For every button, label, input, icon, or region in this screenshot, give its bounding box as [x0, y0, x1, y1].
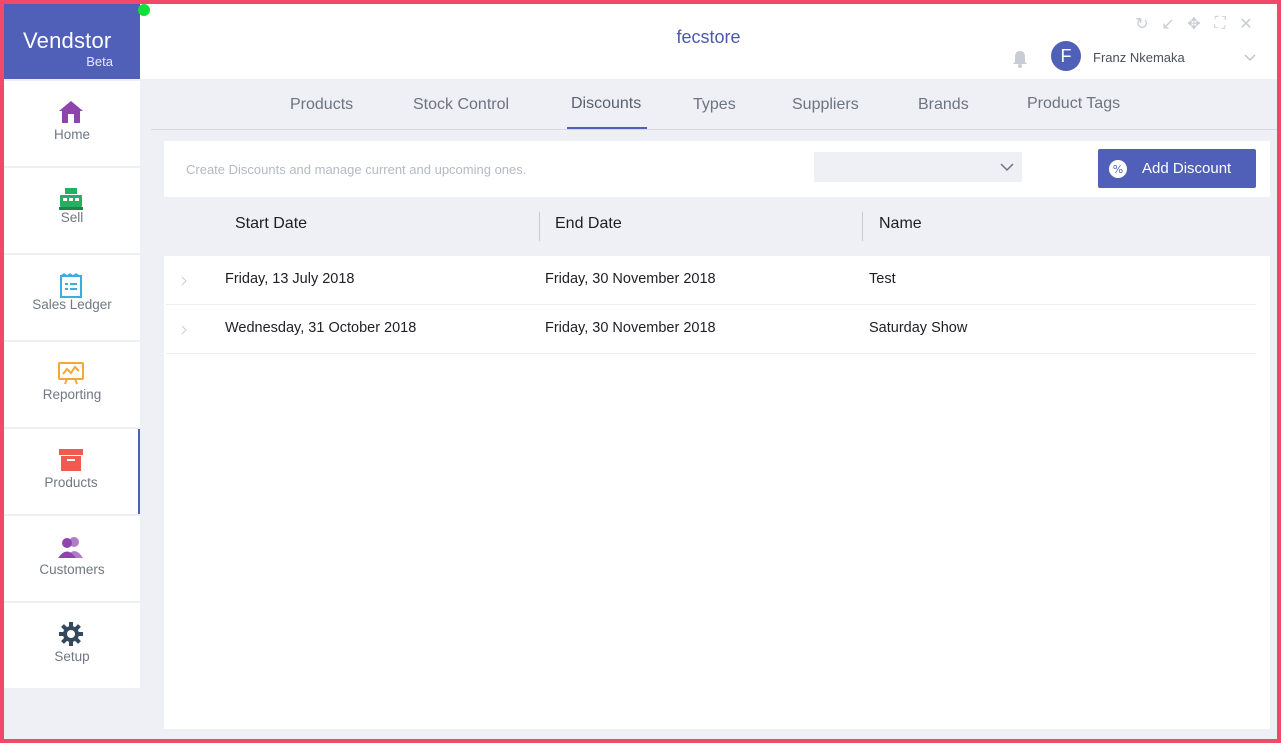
- restore-icon[interactable]: ✥: [1185, 15, 1203, 33]
- cell-start-date: Friday, 13 July 2018: [225, 271, 355, 287]
- column-divider[interactable]: [539, 212, 540, 241]
- add-discount-button[interactable]: % Add Discount: [1098, 149, 1256, 188]
- filter-dropdown[interactable]: [814, 152, 1022, 182]
- sidebar-item-label: Products: [44, 475, 98, 490]
- column-header-start-date[interactable]: Start Date: [235, 215, 307, 233]
- sidebar-item-sales-ledger[interactable]: Sales Ledger: [4, 255, 140, 340]
- discount-toolbar: Create Discounts and manage current and …: [164, 141, 1270, 197]
- column-header-end-date[interactable]: End Date: [555, 215, 622, 233]
- refresh-icon[interactable]: ↻: [1133, 15, 1151, 33]
- table-header: Start Date End Date Name: [164, 197, 1270, 256]
- sidebar-item-label: Reporting: [42, 387, 102, 402]
- table-row[interactable]: Friday, 13 July 2018 Friday, 30 November…: [166, 256, 1256, 305]
- home-icon: [59, 101, 83, 123]
- tab-brands[interactable]: Brands: [918, 96, 969, 114]
- table-row[interactable]: Wednesday, 31 October 2018 Friday, 30 No…: [166, 305, 1256, 354]
- tab-stock-control[interactable]: Stock Control: [413, 96, 509, 114]
- user-name[interactable]: Franz Nkemaka: [1093, 50, 1185, 65]
- brand-logo: Vendstor Beta: [4, 4, 140, 79]
- discount-table-body: Friday, 13 July 2018 Friday, 30 November…: [164, 256, 1270, 729]
- column-divider[interactable]: [862, 212, 863, 241]
- sidebar-item-sell[interactable]: Sell: [4, 168, 140, 253]
- brand-sub: Beta: [86, 54, 113, 69]
- sidebar-item-label: Customers: [39, 562, 105, 577]
- cell-end-date: Friday, 30 November 2018: [545, 320, 716, 336]
- sidebar-item-setup[interactable]: Setup: [4, 603, 140, 688]
- tab-product-tags[interactable]: Product Tags: [1027, 95, 1120, 113]
- app-window: Vendstor Beta Home Sell Sales Ledger Rep…: [4, 4, 1277, 739]
- active-tab-indicator: [567, 127, 647, 129]
- maximize-icon[interactable]: ⛶: [1211, 15, 1229, 33]
- column-header-name[interactable]: Name: [879, 215, 922, 233]
- chevron-down-icon[interactable]: [1243, 50, 1257, 64]
- status-dot: [138, 4, 150, 16]
- brand-name: Vendstor: [23, 28, 112, 53]
- chevron-right-icon[interactable]: [180, 325, 188, 335]
- sidebar-item-label: Setup: [54, 649, 90, 664]
- users-icon: [58, 537, 83, 558]
- sidebar-item-label: Home: [53, 127, 90, 142]
- window-controls: ↻ ↙ ✥ ⛶ ✕: [1133, 15, 1255, 33]
- gear-icon: [59, 622, 83, 646]
- cell-start-date: Wednesday, 31 October 2018: [225, 320, 417, 336]
- svg-text:%: %: [1113, 163, 1123, 176]
- chevron-right-icon[interactable]: [180, 276, 188, 286]
- tab-types[interactable]: Types: [693, 96, 736, 114]
- toolbar-hint: Create Discounts and manage current and …: [186, 162, 527, 177]
- sidebar-item-products[interactable]: Products: [4, 429, 140, 514]
- ledger-icon: [60, 273, 82, 298]
- cell-name: Test: [869, 271, 896, 287]
- sidebar-item-label: Sales Ledger: [32, 297, 112, 312]
- chart-board-icon: [58, 362, 84, 385]
- sidebar-item-home[interactable]: Home: [4, 81, 140, 166]
- register-icon: [59, 188, 83, 210]
- add-discount-label: Add Discount: [1142, 160, 1232, 177]
- avatar[interactable]: F: [1051, 41, 1081, 71]
- sidebar: Vendstor Beta Home Sell Sales Ledger Rep…: [4, 4, 140, 739]
- sidebar-item-label: Sell: [60, 210, 84, 225]
- bell-icon[interactable]: [1010, 49, 1030, 69]
- cell-end-date: Friday, 30 November 2018: [545, 271, 716, 287]
- minimize-icon[interactable]: ↙: [1159, 15, 1177, 33]
- store-name: fecstore: [676, 27, 741, 47]
- tab-discounts[interactable]: Discounts: [571, 95, 641, 113]
- chevron-down-icon: [1000, 163, 1014, 172]
- cell-name: Saturday Show: [869, 320, 968, 336]
- sidebar-item-customers[interactable]: Customers: [4, 516, 140, 601]
- tab-bar: Products Stock Control Discounts Types S…: [151, 79, 1277, 130]
- tab-suppliers[interactable]: Suppliers: [792, 96, 859, 114]
- box-icon: [59, 449, 83, 471]
- tab-products[interactable]: Products: [290, 96, 353, 114]
- close-icon[interactable]: ✕: [1237, 15, 1255, 33]
- top-header: fecstore ↻ ↙ ✥ ⛶ ✕ F Franz Nkemaka: [140, 4, 1277, 79]
- discount-percent-icon: %: [1109, 160, 1127, 178]
- sidebar-item-reporting[interactable]: Reporting: [4, 342, 140, 427]
